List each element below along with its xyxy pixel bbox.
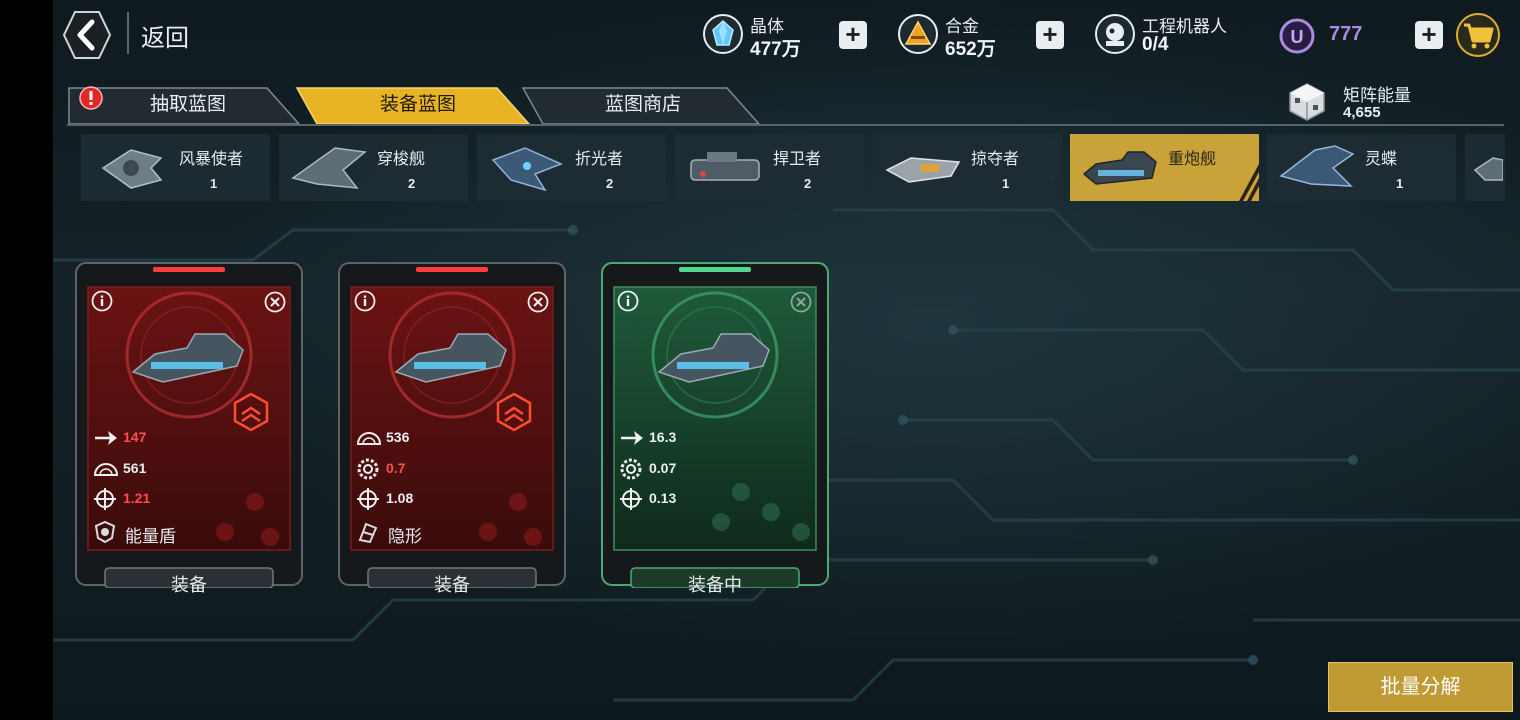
- gear-icon: [620, 458, 642, 480]
- alert-icon: [79, 86, 103, 110]
- ship-type-name: 捍卫者: [773, 151, 822, 168]
- add-alloy-button[interactable]: +: [1036, 21, 1064, 49]
- svg-text:U: U: [1291, 27, 1304, 47]
- ship-type-plunderer[interactable]: 掠夺者 1: [873, 134, 1062, 201]
- game-screen: 返回 晶体 477万 + 合金 652万 + 工程机器人 0/4 U 777 +…: [53, 0, 1520, 720]
- skill-label: 隐形: [388, 527, 422, 546]
- ship-type-name: 重炮舰: [1168, 151, 1217, 168]
- ship-type-count: 2: [408, 176, 416, 191]
- ship-type-spirit-butterfly[interactable]: 灵蝶 1: [1267, 134, 1456, 201]
- ship-type-name: 折光者: [575, 151, 624, 168]
- ship-type-next[interactable]: [1465, 134, 1505, 201]
- ship-type-count: 1: [210, 176, 218, 191]
- ship-type-count: 1: [1396, 176, 1404, 191]
- crosshair-icon: [357, 488, 379, 510]
- crystal-icon: [703, 14, 743, 54]
- ship-icon: [690, 152, 760, 181]
- ship-type-name: 掠夺者: [971, 151, 1020, 168]
- resource-value: 652万: [945, 39, 996, 60]
- resource-value: 0/4: [1142, 34, 1169, 55]
- ship-icon: [1473, 157, 1503, 181]
- back-arrow-icon: [62, 11, 112, 59]
- stat-value: 1.08: [386, 490, 414, 506]
- top-bar: 返回 晶体 477万 + 合金 652万 + 工程机器人 0/4 U 777 +: [53, 0, 1520, 70]
- back-label[interactable]: 返回: [141, 18, 189, 53]
- info-icon[interactable]: [91, 290, 113, 312]
- engineering-robot-icon: [1095, 14, 1135, 54]
- tab-underline: [67, 124, 1504, 126]
- matrix-energy-label: 矩阵能量: [1343, 86, 1411, 105]
- equip-button[interactable]: 装备: [75, 571, 303, 597]
- matrix-energy-value: 4,655: [1343, 104, 1381, 121]
- batch-decompose-button[interactable]: 批量分解: [1328, 662, 1513, 712]
- stat-value: 0.13: [649, 490, 677, 506]
- tab-blueprint-shop[interactable]: 蓝图商店: [558, 86, 728, 124]
- alloy-icon: [898, 14, 938, 54]
- ship-type-count: 1: [1002, 176, 1010, 191]
- stat-value: 1.21: [123, 490, 151, 506]
- ship-type-name: 穿梭舰: [377, 151, 426, 168]
- matrix-energy-icon: [1289, 83, 1325, 121]
- active-tab-stripes: [1239, 164, 1259, 201]
- stat-value: 561: [123, 460, 147, 476]
- close-icon: [790, 291, 812, 313]
- tab-equip-blueprint[interactable]: 装备蓝图: [333, 86, 503, 124]
- gear-icon: [357, 458, 379, 480]
- energy-shield-icon: [94, 520, 116, 544]
- header-divider: [127, 12, 129, 54]
- blueprint-card[interactable]: 147 561 1.21 能量盾 装备: [75, 262, 303, 595]
- ship-type-defender[interactable]: 捍卫者 2: [675, 134, 864, 201]
- add-crystal-button[interactable]: +: [839, 21, 867, 49]
- close-icon[interactable]: [527, 291, 549, 313]
- back-button[interactable]: [62, 10, 112, 60]
- ship-icon: [885, 157, 961, 183]
- ship-type-name: 灵蝶: [1365, 151, 1398, 168]
- blueprint-card-equipped[interactable]: 16.3 0.07 0.13 装备中: [601, 262, 829, 595]
- info-icon[interactable]: [354, 290, 376, 312]
- resource-value: 477万: [750, 39, 801, 60]
- stealth-icon: [358, 522, 378, 544]
- add-u-currency-button[interactable]: +: [1415, 21, 1443, 49]
- ship-type-count: 2: [804, 176, 812, 191]
- stat-value: 0.07: [649, 460, 677, 476]
- equipped-button[interactable]: 装备中: [601, 571, 829, 597]
- ship-icon: [1082, 151, 1157, 185]
- crosshair-icon: [620, 488, 642, 510]
- ship-type-count: 2: [606, 176, 614, 191]
- ship-icon: [291, 147, 367, 189]
- ship-type-shuttle[interactable]: 穿梭舰 2: [279, 134, 468, 201]
- ship-icon: [491, 147, 563, 192]
- close-icon[interactable]: [264, 291, 286, 313]
- stat-value: 0.7: [386, 460, 406, 476]
- armor-icon: [93, 463, 119, 476]
- ship-icon: [101, 149, 163, 189]
- stat-value: 147: [123, 429, 147, 445]
- stat-value: 16.3: [649, 429, 677, 445]
- info-icon[interactable]: [617, 290, 639, 312]
- ship-type-refractor[interactable]: 折光者 2: [477, 134, 666, 201]
- speed-arrow-icon: [621, 431, 643, 445]
- armor-icon: [356, 432, 382, 445]
- ship-type-name: 风暴使者: [179, 151, 244, 168]
- shop-cart-icon[interactable]: [1455, 12, 1501, 58]
- tab-draw-blueprint[interactable]: 抽取蓝图: [103, 86, 273, 124]
- u-currency-value: 777: [1329, 23, 1363, 45]
- skill-label: 能量盾: [125, 527, 176, 546]
- equip-button[interactable]: 装备: [338, 571, 566, 597]
- ship-type-storm-envoy[interactable]: 风暴使者 1: [81, 134, 270, 201]
- ship-icon: [1279, 145, 1355, 187]
- speed-arrow-icon: [95, 431, 117, 445]
- stat-value: 536: [386, 429, 410, 445]
- blueprint-card[interactable]: 536 0.7 1.08 隐形 装备: [338, 262, 566, 595]
- crosshair-icon: [94, 488, 116, 510]
- u-currency-icon: U: [1279, 18, 1315, 54]
